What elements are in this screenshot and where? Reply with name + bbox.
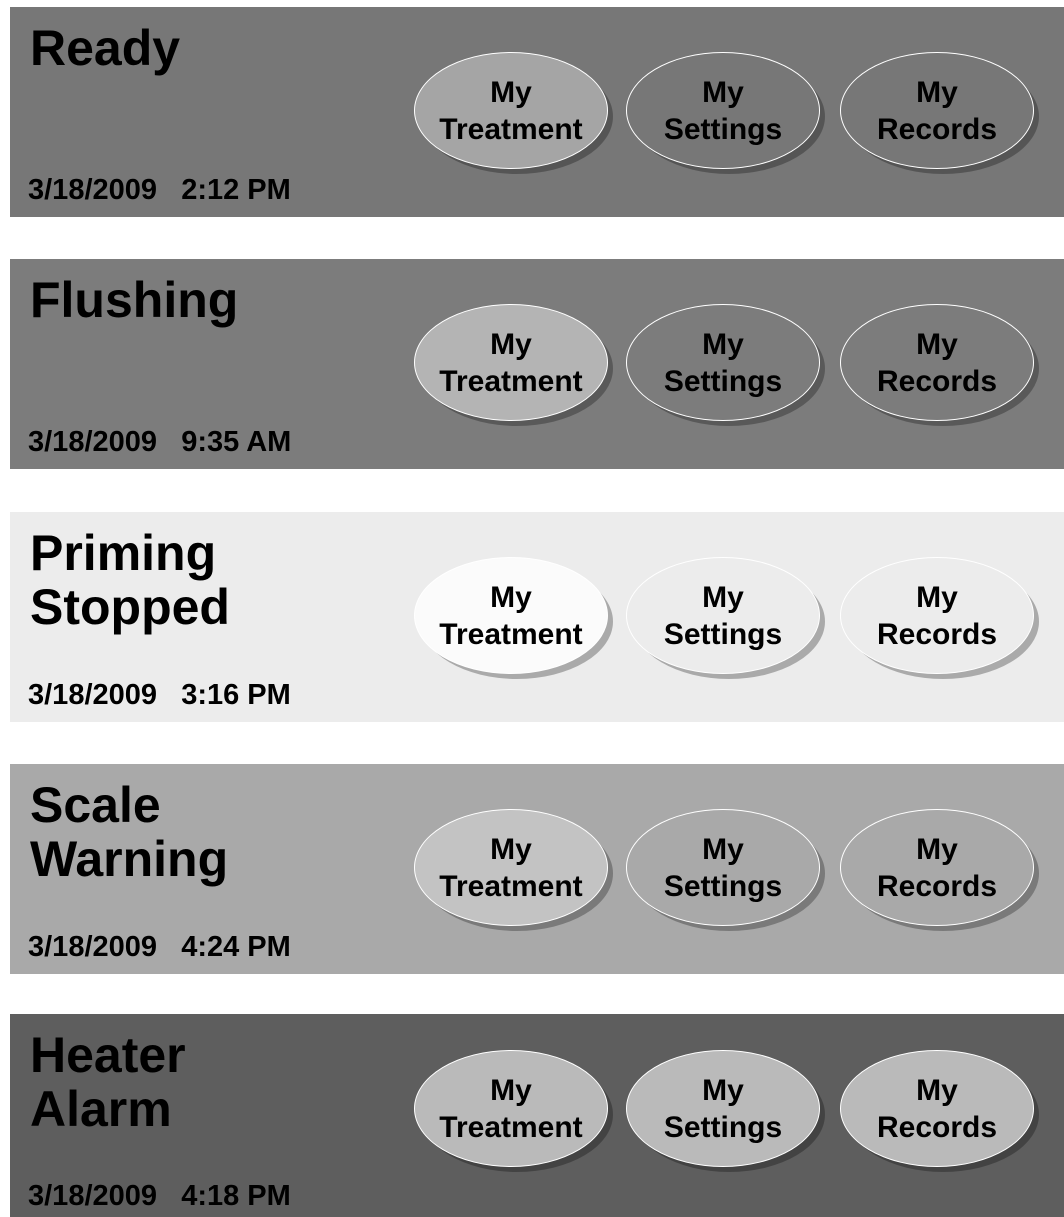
- button-label-line-2: Records: [876, 1110, 998, 1144]
- button-label-line-2: Treatment: [439, 364, 583, 398]
- date-time: 3/18/2009 2:12 PM: [28, 174, 291, 207]
- button-label-line-2: Treatment: [439, 1110, 583, 1144]
- status-title-line-2: Warning: [30, 831, 229, 887]
- button-label-line-1: My: [916, 832, 958, 866]
- my-records-button[interactable]: My Records: [840, 304, 1034, 421]
- button-label-line-1: My: [490, 75, 532, 109]
- my-treatment-button[interactable]: My Treatment: [414, 809, 608, 926]
- my-records-button[interactable]: My Records: [840, 1050, 1034, 1167]
- my-treatment-button[interactable]: My Treatment: [414, 52, 608, 169]
- my-settings-button[interactable]: My Settings: [626, 1050, 820, 1167]
- button-label-line-2: Treatment: [439, 617, 583, 651]
- button-label-line-2: Records: [876, 869, 998, 903]
- button-label-line-2: Records: [876, 112, 998, 146]
- button-label-line-1: My: [916, 580, 958, 614]
- button-label-line-1: My: [702, 1073, 744, 1107]
- button-label-line-1: My: [490, 580, 532, 614]
- time-text: 4:18 PM: [181, 1180, 291, 1212]
- my-treatment-button[interactable]: My Treatment: [414, 557, 608, 674]
- status-title: Flushing: [30, 273, 238, 327]
- status-title: Ready: [30, 21, 180, 75]
- button-label-line-2: Records: [876, 364, 998, 398]
- status-title-line-1: Heater: [30, 1027, 186, 1083]
- time-text: 3:16 PM: [181, 679, 291, 711]
- status-title-line-1: Scale: [30, 777, 161, 833]
- button-label-line-2: Settings: [663, 617, 783, 651]
- status-title: Priming Stopped: [30, 526, 230, 634]
- date-time: 3/18/2009 9:35 AM: [28, 426, 291, 459]
- my-settings-button[interactable]: My Settings: [626, 809, 820, 926]
- my-settings-button[interactable]: My Settings: [626, 52, 820, 169]
- button-label-line-1: My: [702, 75, 744, 109]
- date-text: 3/18/2009: [28, 931, 158, 963]
- date-text: 3/18/2009: [28, 426, 158, 458]
- status-title: Heater Alarm: [30, 1028, 186, 1136]
- button-label-line-1: My: [702, 327, 744, 361]
- status-title-line-2: Alarm: [30, 1081, 172, 1137]
- status-title-line-1: Ready: [30, 20, 181, 76]
- my-records-button[interactable]: My Records: [840, 809, 1034, 926]
- button-label-line-1: My: [702, 580, 744, 614]
- button-label-line-1: My: [916, 327, 958, 361]
- time-text: 9:35 AM: [181, 426, 292, 458]
- date-time: 3/18/2009 3:16 PM: [28, 679, 291, 712]
- my-treatment-button[interactable]: My Treatment: [414, 304, 608, 421]
- status-panel-scale-warning: Scale Warning My Treatment My Settings M…: [10, 764, 1064, 974]
- status-panel-priming-stopped: Priming Stopped My Treatment My Settings…: [10, 512, 1064, 722]
- my-settings-button[interactable]: My Settings: [626, 557, 820, 674]
- date-text: 3/18/2009: [28, 1180, 158, 1212]
- status-title-line-2: Stopped: [30, 579, 230, 635]
- button-label-line-2: Settings: [663, 1110, 783, 1144]
- date-text: 3/18/2009: [28, 679, 158, 711]
- button-label-line-2: Settings: [663, 364, 783, 398]
- status-title-line-1: Priming: [30, 525, 217, 581]
- status-panel-ready: Ready My Treatment My Settings My Record…: [10, 7, 1064, 217]
- button-label-line-1: My: [916, 1073, 958, 1107]
- button-label-line-2: Treatment: [439, 112, 583, 146]
- button-label-line-2: Settings: [663, 869, 783, 903]
- button-label-line-1: My: [490, 1073, 532, 1107]
- time-text: 4:24 PM: [181, 931, 291, 963]
- date-text: 3/18/2009: [28, 174, 158, 206]
- status-panel-flushing: Flushing My Treatment My Settings My Rec…: [10, 259, 1064, 469]
- status-title-line-1: Flushing: [30, 272, 239, 328]
- my-records-button[interactable]: My Records: [840, 557, 1034, 674]
- button-label-line-2: Settings: [663, 112, 783, 146]
- my-settings-button[interactable]: My Settings: [626, 304, 820, 421]
- my-records-button[interactable]: My Records: [840, 52, 1034, 169]
- time-text: 2:12 PM: [181, 174, 291, 206]
- date-time: 3/18/2009 4:18 PM: [28, 1180, 291, 1213]
- status-title: Scale Warning: [30, 778, 228, 886]
- date-time: 3/18/2009 4:24 PM: [28, 931, 291, 964]
- status-panel-heater-alarm: Heater Alarm My Treatment My Settings My…: [10, 1014, 1064, 1217]
- button-label-line-1: My: [490, 832, 532, 866]
- button-label-line-1: My: [916, 75, 958, 109]
- my-treatment-button[interactable]: My Treatment: [414, 1050, 608, 1167]
- button-label-line-1: My: [490, 327, 532, 361]
- button-label-line-1: My: [702, 832, 744, 866]
- button-label-line-2: Records: [876, 617, 998, 651]
- button-label-line-2: Treatment: [439, 869, 583, 903]
